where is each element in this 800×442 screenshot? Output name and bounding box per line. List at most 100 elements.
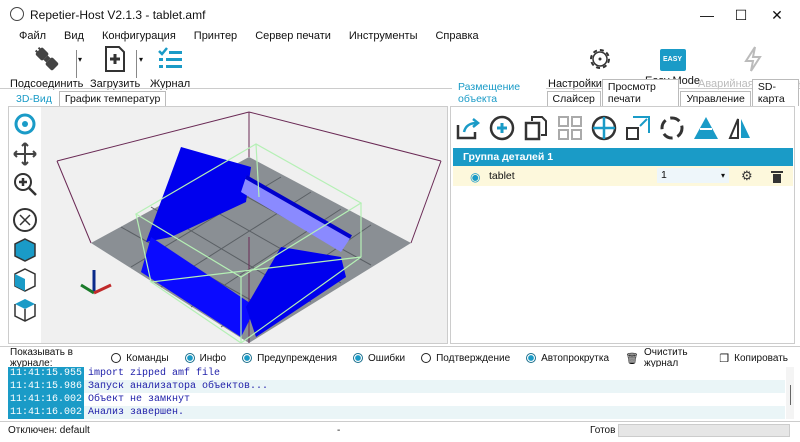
- front-view-cube-icon[interactable]: [12, 267, 38, 293]
- filter-label: Инфо: [199, 352, 227, 364]
- tab-temperature-graph[interactable]: График температур: [58, 91, 167, 106]
- menu-tools[interactable]: Инструменты: [340, 28, 427, 44]
- tab-object-placement[interactable]: Размещение объекта: [452, 79, 546, 106]
- rotate-icon[interactable]: [659, 115, 685, 141]
- fit-view-icon[interactable]: [12, 207, 38, 233]
- log-time: 11:41:16.002: [8, 393, 84, 406]
- filter-label: Предупреждения: [257, 352, 338, 364]
- menu-bar: Файл Вид Конфигурация Принтер Сервер печ…: [10, 28, 488, 44]
- arrange-icon[interactable]: [557, 115, 583, 141]
- tab-slicer[interactable]: Слайсер: [546, 91, 601, 106]
- export-icon[interactable]: [455, 115, 481, 141]
- side-view-cube-icon[interactable]: [12, 297, 38, 323]
- cut-icon[interactable]: [693, 115, 719, 141]
- radio-icon: [421, 353, 432, 363]
- load-button[interactable]: Загрузить: [90, 45, 140, 90]
- menu-view[interactable]: Вид: [55, 28, 93, 44]
- filter-errors[interactable]: Ошибки: [353, 353, 405, 364]
- trash-icon: 🗑: [625, 352, 639, 365]
- radio-icon: [111, 353, 122, 363]
- filter-acknowledgements[interactable]: Подтверждение: [421, 353, 510, 364]
- object-row[interactable]: ◉ tablet 1 ▾ ⚙: [453, 166, 793, 186]
- copies-select[interactable]: 1 ▾: [657, 168, 729, 183]
- filter-label: Команды: [126, 352, 169, 364]
- menu-file[interactable]: Файл: [10, 28, 55, 44]
- log-button[interactable]: Журнал: [150, 45, 190, 90]
- filter-label: Подтверждение: [436, 352, 511, 364]
- progress-bar: [618, 424, 790, 437]
- log-list[interactable]: 11:41:15.955 import zipped amf file 11:41…: [8, 367, 785, 419]
- log-row: 11:41:15.955 import zipped amf file: [8, 367, 785, 380]
- maximize-button[interactable]: ☐: [726, 4, 756, 26]
- tab-sd-card[interactable]: SD-карта: [751, 79, 799, 106]
- settings-gear-icon[interactable]: ⚙: [741, 168, 753, 184]
- menu-printer[interactable]: Принтер: [185, 28, 246, 44]
- visibility-eye-icon[interactable]: ◉: [470, 170, 480, 184]
- radio-checked-icon: [242, 353, 253, 363]
- connect-button[interactable]: Подсоединить: [10, 45, 83, 90]
- status-bar: Отключен: default - Готов: [0, 421, 800, 439]
- add-object-icon[interactable]: [489, 115, 515, 141]
- gear-icon: [590, 49, 611, 69]
- clear-log-label: Очистить журнал: [644, 347, 688, 369]
- log-filter-label: Показывать в журнале:: [10, 347, 73, 369]
- menu-print-server[interactable]: Сервер печати: [246, 28, 340, 44]
- app-icon: [10, 7, 24, 21]
- filter-warnings[interactable]: Предупреждения: [242, 353, 337, 364]
- log-filter-bar: Показывать в журнале: Команды Инфо Преду…: [10, 347, 800, 369]
- clear-log-button[interactable]: 🗑 Очистить журнал: [625, 347, 703, 369]
- center-object-icon[interactable]: [591, 115, 617, 141]
- copy-log-label: Копировать: [734, 352, 788, 364]
- log-scrollbar[interactable]: [786, 367, 794, 419]
- view-toolbar: [9, 107, 41, 343]
- easy-mode-icon: EASY: [659, 49, 686, 71]
- ready-status: Готов: [590, 425, 616, 436]
- scrollbar-thumb[interactable]: [789, 385, 791, 405]
- axis-gizmo: [80, 270, 112, 295]
- menu-help[interactable]: Справка: [426, 28, 487, 44]
- copy-object-icon[interactable]: [523, 115, 549, 141]
- menu-config[interactable]: Конфигурация: [93, 28, 185, 44]
- log-row: 11:41:16.002 Объект не замкнут: [8, 393, 785, 406]
- load-dropdown-arrow[interactable]: ▾: [139, 55, 143, 64]
- separator: [136, 50, 137, 78]
- object-group-header[interactable]: Группа деталей 1: [453, 148, 793, 166]
- log-time: 11:41:16.002: [8, 406, 84, 419]
- separator: [76, 50, 77, 78]
- rotate-view-icon[interactable]: [12, 111, 38, 137]
- filter-autoscroll[interactable]: Автопрокрутка: [526, 353, 609, 364]
- filter-label: Ошибки: [368, 352, 406, 364]
- trash-icon[interactable]: [771, 170, 783, 183]
- divider: [0, 88, 800, 89]
- close-button[interactable]: ✕: [762, 4, 792, 26]
- connect-dropdown-arrow[interactable]: ▾: [78, 55, 82, 64]
- top-view-cube-icon[interactable]: [12, 237, 38, 263]
- log-row: 11:41:16.002 Анализ завершен.: [8, 406, 785, 419]
- filter-label: Автопрокрутка: [541, 352, 610, 364]
- filter-info[interactable]: Инфо: [184, 352, 227, 364]
- move-view-icon[interactable]: [12, 141, 38, 167]
- tab-3d-view[interactable]: 3D-Вид: [10, 91, 58, 106]
- log-message: import zipped amf file: [88, 368, 221, 379]
- minimize-button[interactable]: —: [692, 4, 722, 26]
- copy-icon: ❐: [719, 352, 730, 365]
- log-time: 11:41:15.986: [8, 380, 84, 393]
- radio-checked-icon: [526, 353, 537, 363]
- checklist-icon: [158, 47, 183, 68]
- copy-log-button[interactable]: ❐ Копировать: [719, 352, 788, 365]
- log-message: Объект не замкнут: [88, 394, 191, 405]
- radio-checked-icon: [353, 353, 364, 363]
- zoom-view-icon[interactable]: [12, 171, 38, 197]
- 3d-scene[interactable]: [41, 107, 447, 343]
- mirror-icon[interactable]: [727, 115, 753, 141]
- log-row: 11:41:15.986 Запуск анализатора объектов.…: [8, 380, 785, 393]
- tab-print-preview[interactable]: Просмотр печати: [601, 79, 680, 106]
- scale-icon[interactable]: [625, 115, 651, 141]
- filter-commands[interactable]: Команды: [111, 352, 169, 364]
- plug-icon: [34, 46, 58, 71]
- radio-checked-icon: [184, 353, 195, 363]
- window-title: Repetier-Host V2.1.3 - tablet.amf: [30, 8, 206, 22]
- connection-status: Отключен: default: [8, 425, 90, 436]
- 3d-view-panel: [8, 106, 448, 344]
- tab-control[interactable]: Управление: [680, 91, 751, 106]
